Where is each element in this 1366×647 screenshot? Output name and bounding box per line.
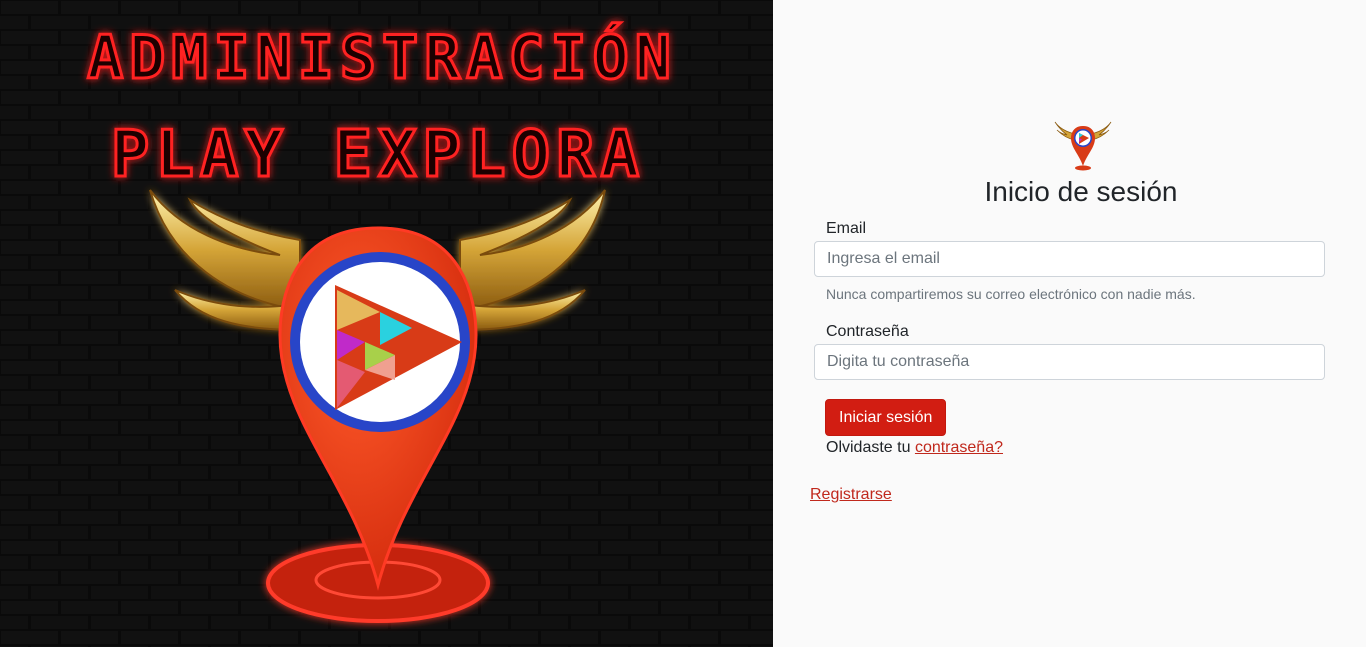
app-logo-icon	[1054, 121, 1112, 171]
password-field[interactable]	[814, 344, 1325, 380]
hero-title-line2: PLAY EXPLORA	[111, 118, 645, 192]
email-label: Email	[826, 220, 867, 237]
hero-banner: ADMINISTRACIÓN PLAY EXPLORA	[0, 0, 773, 647]
forgot-password-link[interactable]: contraseña?	[915, 439, 1003, 456]
forgot-password-prefix: Olvidaste tu	[826, 439, 911, 456]
email-help-text: Nunca compartiremos su correo electrónic…	[826, 286, 1196, 302]
hero-artwork: ADMINISTRACIÓN PLAY EXPLORA	[0, 0, 773, 647]
page-title: Inicio de sesión	[984, 176, 1178, 207]
register-link[interactable]: Registrarse	[810, 486, 892, 504]
hero-title-line1: ADMINISTRACIÓN	[87, 22, 677, 93]
email-field[interactable]	[814, 241, 1325, 277]
password-label: Contraseña	[826, 323, 909, 340]
login-submit-button[interactable]: Iniciar sesión	[825, 399, 947, 436]
login-panel: Inicio de sesión Email Nunca compartirem…	[773, 0, 1366, 647]
forgot-password-row: Olvidaste tu contraseña?	[826, 439, 1003, 457]
